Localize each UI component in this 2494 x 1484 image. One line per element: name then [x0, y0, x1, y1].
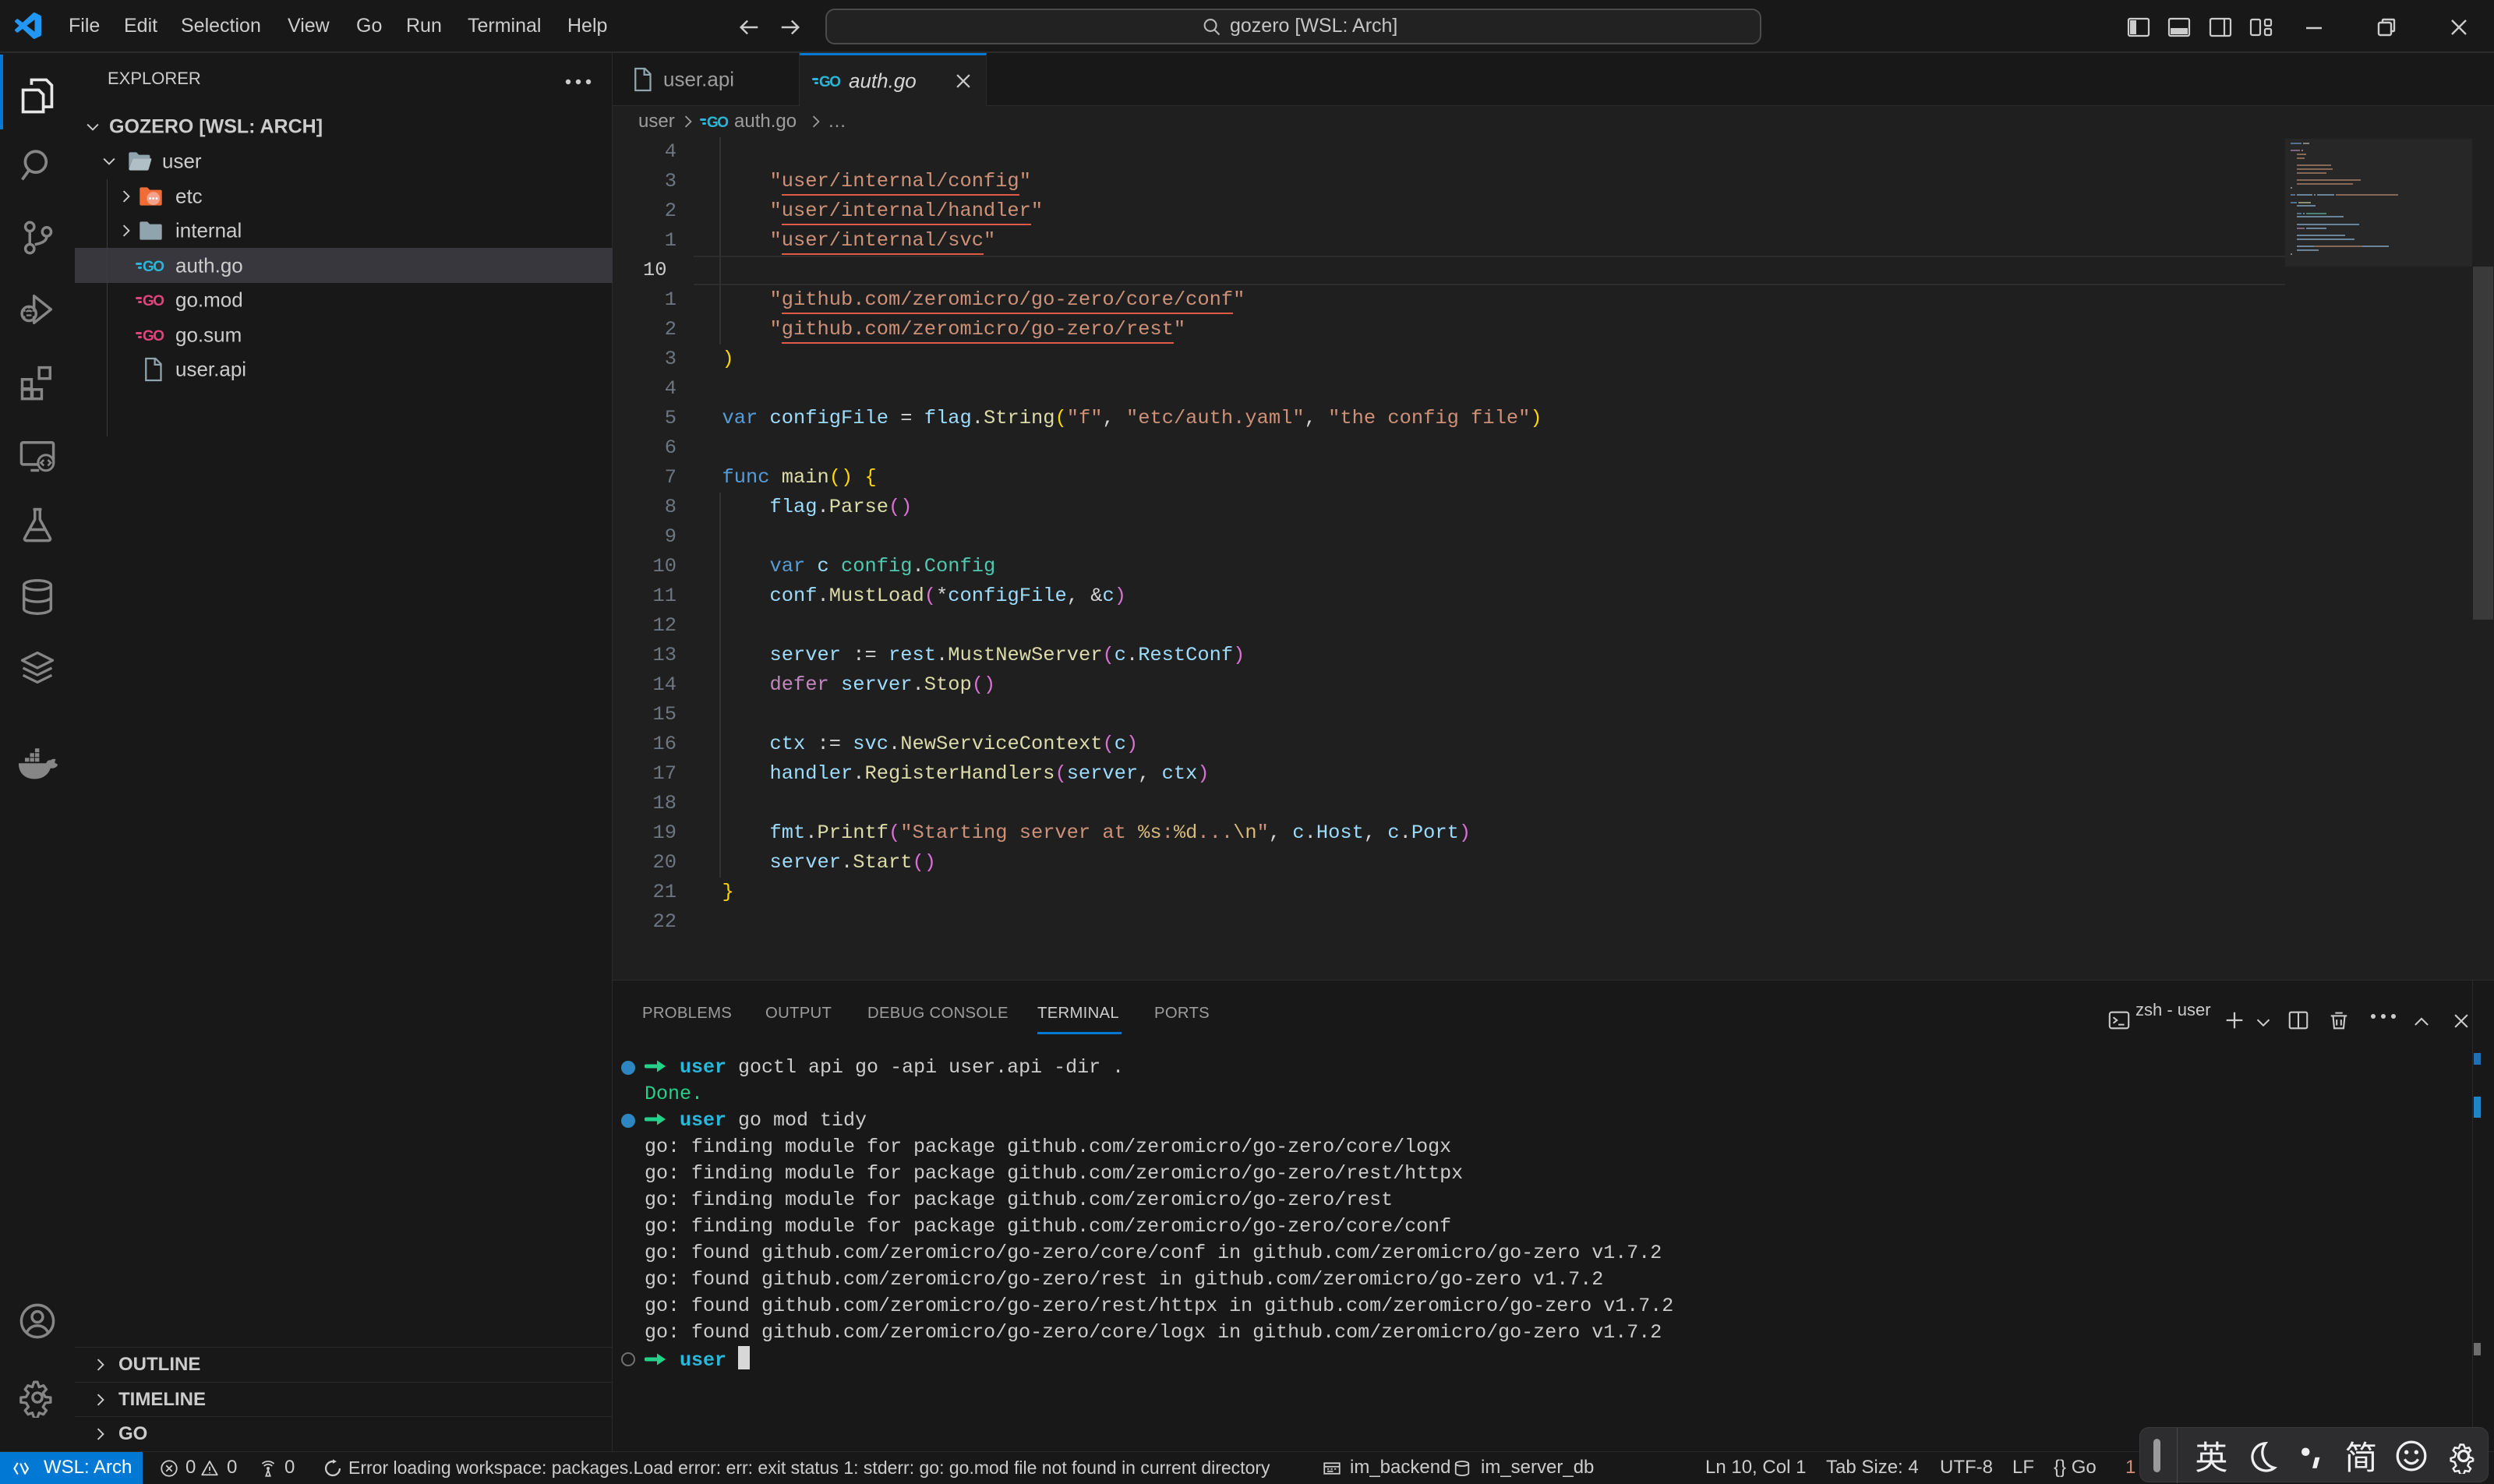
svg-text:GO: GO	[143, 259, 164, 275]
svg-text:GO: GO	[143, 293, 164, 309]
svg-text:GO: GO	[707, 115, 728, 131]
svg-text:GO: GO	[819, 74, 840, 90]
svg-text:GO: GO	[143, 328, 164, 344]
